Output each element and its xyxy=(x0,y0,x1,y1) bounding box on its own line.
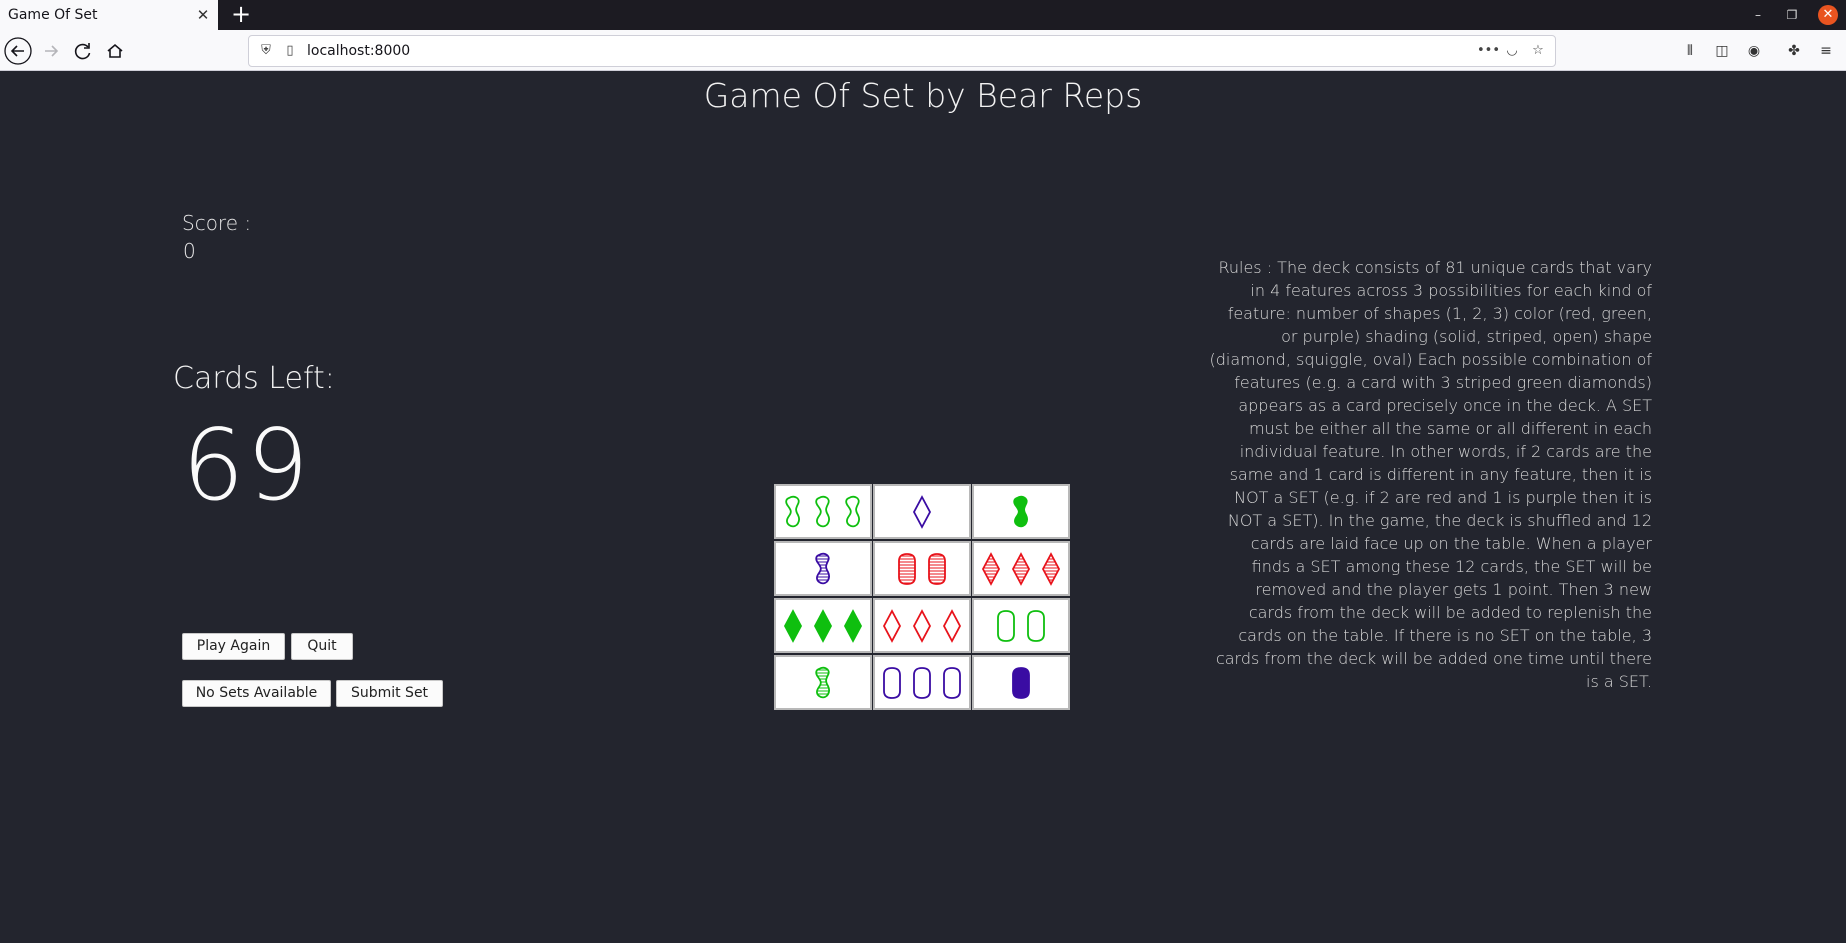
card-board xyxy=(774,484,1070,710)
page-content: Game Of Set by Bear Reps Score : 0 Cards… xyxy=(0,71,1846,943)
score-value: 0 xyxy=(183,239,196,263)
diamond-shape xyxy=(981,551,1001,586)
card-symbols xyxy=(997,609,1045,642)
shield-icon[interactable]: ⛨ xyxy=(257,42,275,60)
set-card[interactable] xyxy=(972,598,1070,653)
submit-set-button[interactable]: Submit Set xyxy=(336,680,443,707)
oval-shape xyxy=(1027,609,1045,642)
set-card[interactable] xyxy=(774,598,872,653)
restore-icon[interactable]: ❐ xyxy=(1778,0,1806,30)
card-symbols xyxy=(783,608,863,643)
set-card[interactable] xyxy=(873,484,971,539)
cards-left-label: Cards Left: xyxy=(173,361,335,396)
url-text[interactable]: localhost:8000 xyxy=(307,36,410,66)
quit-button[interactable]: Quit xyxy=(291,633,353,660)
forward-icon[interactable] xyxy=(36,36,66,66)
page-icon: ▯ xyxy=(286,43,294,58)
squiggle-shape xyxy=(815,495,830,527)
bookmark-star-icon[interactable]: ☆ xyxy=(1529,42,1547,60)
diamond-shape xyxy=(783,608,803,643)
set-card[interactable] xyxy=(972,484,1070,539)
oval-shape xyxy=(928,552,946,585)
browser-navbar: ⛨ ▯ localhost:8000 ••• ◡ ☆ ⫴ ◫ ◉ ✤ ≡ xyxy=(0,30,1846,71)
set-card[interactable] xyxy=(873,598,971,653)
card-symbols xyxy=(883,666,961,699)
diamond-shape xyxy=(912,494,932,529)
squiggle-shape xyxy=(845,495,860,527)
card-symbols xyxy=(981,551,1061,586)
diamond-shape xyxy=(882,608,902,643)
score-label: Score : xyxy=(182,211,252,235)
oval-shape xyxy=(1012,666,1030,699)
squiggle-shape xyxy=(1013,495,1028,527)
tab-title: Game Of Set xyxy=(8,7,98,23)
pocket-icon[interactable]: ◡ xyxy=(1503,42,1521,60)
card-symbols xyxy=(1013,495,1028,527)
card-symbols xyxy=(785,495,860,527)
rules-text: Rules : The deck consists of 81 unique c… xyxy=(1209,258,1652,691)
library-icon[interactable]: ⫴ xyxy=(1680,41,1700,61)
card-symbols xyxy=(815,666,830,698)
set-card[interactable] xyxy=(972,541,1070,596)
play-again-button[interactable]: Play Again xyxy=(182,633,285,660)
sidebar-icon[interactable]: ◫ xyxy=(1712,41,1732,61)
diamond-shape xyxy=(912,608,932,643)
set-card[interactable] xyxy=(873,655,971,710)
set-card[interactable] xyxy=(774,541,872,596)
card-symbols xyxy=(882,608,962,643)
card-symbols xyxy=(898,552,946,585)
diamond-shape xyxy=(942,608,962,643)
browser-tab-strip: Game Of Set ✕ + – ❐ ✕ xyxy=(0,0,1846,30)
window-close-icon[interactable]: ✕ xyxy=(1818,5,1838,25)
account-icon[interactable]: ◉ xyxy=(1744,41,1764,61)
minimize-icon[interactable]: – xyxy=(1744,0,1772,30)
new-tab-button[interactable]: + xyxy=(228,2,254,28)
set-card[interactable] xyxy=(873,541,971,596)
menu-icon[interactable]: ≡ xyxy=(1816,41,1836,61)
oval-shape xyxy=(943,666,961,699)
more-icon[interactable]: ••• xyxy=(1477,42,1500,60)
set-card[interactable] xyxy=(774,484,872,539)
oval-shape xyxy=(898,552,916,585)
extensions-icon[interactable]: ✤ xyxy=(1784,41,1804,61)
diamond-shape xyxy=(1041,551,1061,586)
squiggle-shape xyxy=(785,495,800,527)
card-symbols xyxy=(1012,666,1030,699)
page-title: Game Of Set by Bear Reps xyxy=(703,76,1143,115)
back-icon[interactable] xyxy=(3,36,33,66)
oval-shape xyxy=(883,666,901,699)
diamond-shape xyxy=(1011,551,1031,586)
diamond-shape xyxy=(843,608,863,643)
squiggle-shape xyxy=(815,666,830,698)
close-tab-icon[interactable]: ✕ xyxy=(194,6,212,24)
squiggle-shape xyxy=(815,552,830,584)
oval-shape xyxy=(997,609,1015,642)
set-card[interactable] xyxy=(774,655,872,710)
no-sets-available-button[interactable]: No Sets Available xyxy=(182,680,331,707)
home-icon[interactable] xyxy=(100,36,130,66)
card-symbols xyxy=(912,494,932,529)
browser-tab[interactable]: Game Of Set ✕ xyxy=(0,0,218,30)
url-bar[interactable]: ⛨ ▯ localhost:8000 ••• ◡ ☆ xyxy=(248,35,1556,67)
set-card[interactable] xyxy=(972,655,1070,710)
card-symbols xyxy=(815,552,830,584)
cards-left-count: 69 xyxy=(182,409,311,523)
oval-shape xyxy=(913,666,931,699)
reload-icon[interactable] xyxy=(68,36,98,66)
diamond-shape xyxy=(813,608,833,643)
